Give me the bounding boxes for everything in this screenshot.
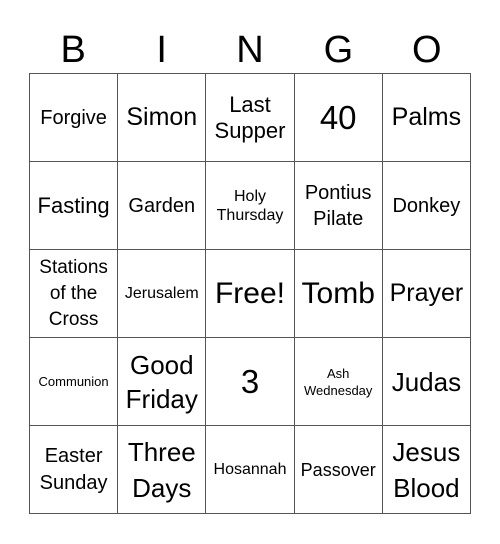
bingo-cell[interactable]: Prayer bbox=[382, 250, 471, 338]
header-letter-o: O bbox=[412, 29, 442, 71]
bingo-cell[interactable]: Holy Thursday bbox=[206, 162, 295, 250]
bingo-cell[interactable]: Jerusalem bbox=[118, 250, 207, 338]
header-letter-n: N bbox=[236, 29, 264, 71]
header-letter-b: B bbox=[60, 29, 86, 71]
bingo-cell[interactable]: Tomb bbox=[294, 250, 383, 338]
bingo-cell[interactable]: Ash Wednesday bbox=[294, 338, 383, 426]
bingo-cell-free[interactable]: Free! bbox=[206, 250, 295, 338]
bingo-cell[interactable]: Jesus Blood bbox=[382, 426, 471, 514]
header-letter-i: I bbox=[156, 29, 167, 71]
bingo-cell[interactable]: Passover bbox=[294, 426, 383, 514]
bingo-cell[interactable]: 40 bbox=[294, 74, 383, 162]
bingo-card-grid: Forgive Simon Last Supper 40 Palms Fasti… bbox=[29, 73, 471, 514]
bingo-cell[interactable]: Garden bbox=[118, 162, 207, 250]
bingo-cell[interactable]: 3 bbox=[206, 338, 295, 426]
bingo-cell[interactable]: Pontius Pilate bbox=[294, 162, 383, 250]
bingo-cell[interactable]: Donkey bbox=[382, 162, 471, 250]
bingo-cell[interactable]: Palms bbox=[382, 74, 471, 162]
bingo-cell[interactable]: Last Supper bbox=[206, 74, 295, 162]
bingo-cell[interactable]: Stations of the Cross bbox=[30, 250, 119, 338]
bingo-cell[interactable]: Communion bbox=[30, 338, 119, 426]
bingo-cell[interactable]: Three Days bbox=[118, 426, 207, 514]
bingo-header: B I N G O bbox=[29, 28, 471, 72]
bingo-cell[interactable]: Hosannah bbox=[206, 426, 295, 514]
bingo-cell[interactable]: Good Friday bbox=[118, 338, 207, 426]
header-letter-g: G bbox=[323, 29, 354, 71]
bingo-cell[interactable]: Judas bbox=[382, 338, 471, 426]
bingo-cell[interactable]: Fasting bbox=[30, 162, 119, 250]
bingo-cell[interactable]: Forgive bbox=[30, 74, 119, 162]
bingo-cell[interactable]: Simon bbox=[118, 74, 207, 162]
bingo-cell[interactable]: Easter Sunday bbox=[30, 426, 119, 514]
